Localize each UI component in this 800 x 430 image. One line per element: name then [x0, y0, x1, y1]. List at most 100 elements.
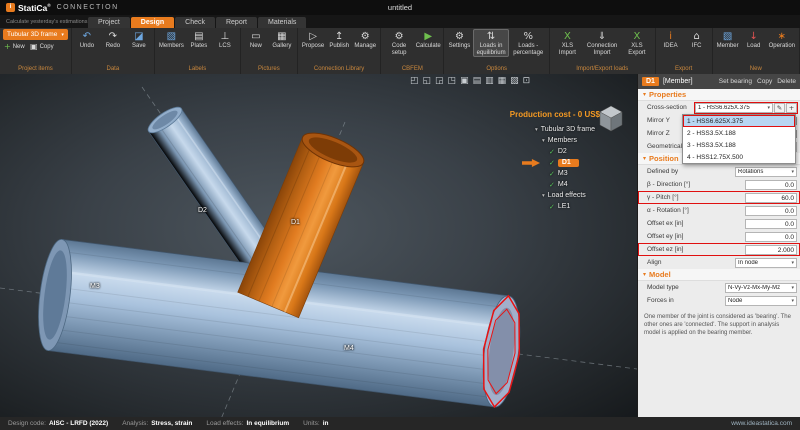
idea-export-button[interactable]: iIDEA [659, 29, 683, 51]
settings-button[interactable]: ⚙Settings [447, 29, 471, 51]
plates-labels-button[interactable]: ▤Plates [187, 29, 211, 51]
tab-report[interactable]: Report [216, 17, 257, 28]
tree-root[interactable]: ▾Tubular 3D frame [535, 124, 631, 135]
analysis-label: Analysis: [122, 420, 148, 427]
publish-button[interactable]: ↥Publish [327, 29, 351, 51]
align-label: Align [647, 259, 735, 266]
production-cost-label: Production cost - 0 US$ [438, 110, 600, 119]
top-view-icon[interactable]: ◱ [423, 76, 432, 87]
copy-member-button[interactable]: Copy [757, 78, 772, 85]
new-project-item-button[interactable]: +New [3, 41, 27, 53]
new-picture-button[interactable]: ▭New [244, 29, 268, 51]
cross-section-row: Cross-section 1 - HSS6.625X.375▾ ✎ + [638, 101, 800, 114]
new-operation-button[interactable]: ∗Operation [768, 29, 796, 51]
zoom-window-icon[interactable]: ▤ [473, 76, 482, 87]
front-view-icon[interactable]: ◲ [435, 76, 444, 87]
redo-button[interactable]: ↷Redo [101, 29, 125, 51]
member-label-d2[interactable]: D2 [198, 207, 207, 214]
new-member-button[interactable]: ▧Member [716, 29, 740, 51]
zoom-fit-icon[interactable]: ▣ [460, 76, 469, 87]
align-value: In node [738, 260, 789, 266]
dropdown-item-1[interactable]: 1 - HSS6.625X.375 [683, 115, 795, 127]
offset-ez-field[interactable]: 2.000 [745, 245, 797, 255]
ribbon-group-labels: ▧Members ▤Plates ⊥LCS Labels [155, 28, 241, 74]
defined-by-dropdown[interactable]: Rotations▾ [735, 167, 797, 177]
connection-import-button[interactable]: ⇓Connection Import [584, 29, 620, 57]
tree-section-load-effects[interactable]: ▾Load effects [535, 190, 631, 201]
gamma-pitch-field[interactable]: 60.0 [745, 193, 797, 203]
gallery-button[interactable]: ▦Gallery [270, 29, 294, 51]
tree-item-m4[interactable]: ✓M4 [535, 179, 631, 190]
tree-item-label: M4 [558, 181, 568, 188]
calculate-button[interactable]: ▶Calculate [416, 29, 441, 51]
website-link[interactable]: www.ideastatica.com [731, 420, 792, 427]
forces-in-dropdown[interactable]: Node▾ [725, 296, 797, 306]
set-bearing-button[interactable]: Set bearing [719, 78, 752, 85]
manage-button[interactable]: ⚙Manage [353, 29, 377, 51]
delete-member-button[interactable]: Delete [777, 78, 796, 85]
xls-export-button[interactable]: XXLS Export [622, 29, 651, 57]
new-load-button[interactable]: ↓Load [742, 29, 766, 51]
load-effects-value[interactable]: In equilibrium [247, 420, 290, 427]
offset-ey-field[interactable]: 0.0 [745, 232, 797, 242]
dropdown-item-2[interactable]: 2 - HSS3.5X.188 [683, 127, 795, 139]
tree-section-members[interactable]: ▾Members [535, 135, 631, 146]
lcs-labels-button[interactable]: ⊥LCS [213, 29, 237, 51]
properties-section-header[interactable]: ▾Properties [638, 89, 800, 101]
tree-item-d1-selected[interactable]: ✓D1 [535, 157, 631, 168]
3d-viewport[interactable]: ◰ ◱ ◲ ◳ ▣ ▤ ▥ ▦ ▧ ⊡ Production cost - 0 … [0, 74, 637, 417]
cross-section-dropdown[interactable]: 1 - HSS6.625X.375▾ [695, 103, 773, 113]
member-label-m4[interactable]: M4 [344, 345, 354, 352]
tree-item-le1[interactable]: ✓LE1 [535, 201, 631, 212]
loads-percentage-button[interactable]: %Loads - percentage [511, 29, 546, 57]
code-setup-icon: ⚙ [395, 30, 404, 43]
loads-percentage-icon: % [524, 30, 534, 43]
side-view-icon[interactable]: ◳ [448, 76, 457, 87]
align-dropdown[interactable]: In node▾ [735, 258, 797, 268]
tree-item-d2[interactable]: ✓D2 [535, 146, 631, 157]
pan-icon[interactable]: ▥ [485, 76, 494, 87]
member-label-m3[interactable]: M3 [90, 283, 100, 290]
lcs-icon: ⊥ [221, 30, 230, 43]
code-setup-button[interactable]: ⚙Code setup [384, 29, 414, 57]
edit-cross-section-button[interactable]: ✎ [774, 103, 785, 113]
alpha-rotation-field[interactable]: 0.0 [745, 206, 797, 216]
undo-button[interactable]: ↶Undo [75, 29, 99, 51]
tree-item-m3[interactable]: ✓M3 [535, 168, 631, 179]
tab-materials[interactable]: Materials [258, 17, 306, 28]
members-labels-button[interactable]: ▧Members [158, 29, 185, 51]
tab-project[interactable]: Project [88, 17, 130, 28]
ifc-export-button[interactable]: ⌂IFC [685, 29, 709, 51]
tab-design[interactable]: Design [131, 17, 174, 28]
undo-icon: ↶ [83, 30, 91, 43]
units-value[interactable]: in [323, 420, 329, 427]
defined-by-value: Rotations [738, 169, 789, 175]
dropdown-item-3[interactable]: 3 - HSS3.5X.188 [683, 139, 795, 151]
loads-in-equilibrium-toggle[interactable]: ⇅Loads in equilibrium [473, 29, 508, 57]
add-cross-section-button[interactable]: + [786, 103, 797, 113]
publish-label: Publish [329, 43, 349, 50]
save-button[interactable]: ◪Save [127, 29, 151, 51]
analysis-value[interactable]: Stress, strain [151, 420, 192, 427]
solid-view-icon[interactable]: ⊡ [523, 76, 531, 87]
model-type-dropdown[interactable]: N-Vy-Vz-Mx-My-Mz▾ [725, 283, 797, 293]
model-section-header[interactable]: ▾Model [638, 269, 800, 281]
rotate-icon[interactable]: ▦ [498, 76, 507, 87]
xls-import-button[interactable]: XXLS Import [553, 29, 582, 57]
dropdown-item-4[interactable]: 4 - HSS12.75X.500 [683, 151, 795, 163]
frame-type-dropdown[interactable]: Tubular 3D frame▾ [3, 29, 68, 40]
load-effects-section-label: Load effects [548, 192, 586, 199]
group-label-connection-library: Connection Library [301, 65, 377, 74]
propose-button[interactable]: ▷Propose [301, 29, 325, 51]
forces-in-row: Forces in Node▾ [638, 294, 800, 307]
ribbon-group-cbfem: ⚙Code setup ▶Calculate CBFEM [381, 28, 444, 74]
copy-project-item-button[interactable]: ▣Copy [29, 41, 55, 53]
member-label-d1[interactable]: D1 [291, 219, 300, 226]
beta-direction-field[interactable]: 0.0 [745, 180, 797, 190]
tab-check[interactable]: Check [175, 17, 215, 28]
iso-view-icon[interactable]: ◰ [410, 76, 419, 87]
offset-ex-field[interactable]: 0.0 [745, 219, 797, 229]
group-label-export: Export [659, 65, 709, 74]
design-code-value[interactable]: AISC - LRFD (2022) [49, 420, 108, 427]
wireframe-icon[interactable]: ▧ [510, 76, 519, 87]
